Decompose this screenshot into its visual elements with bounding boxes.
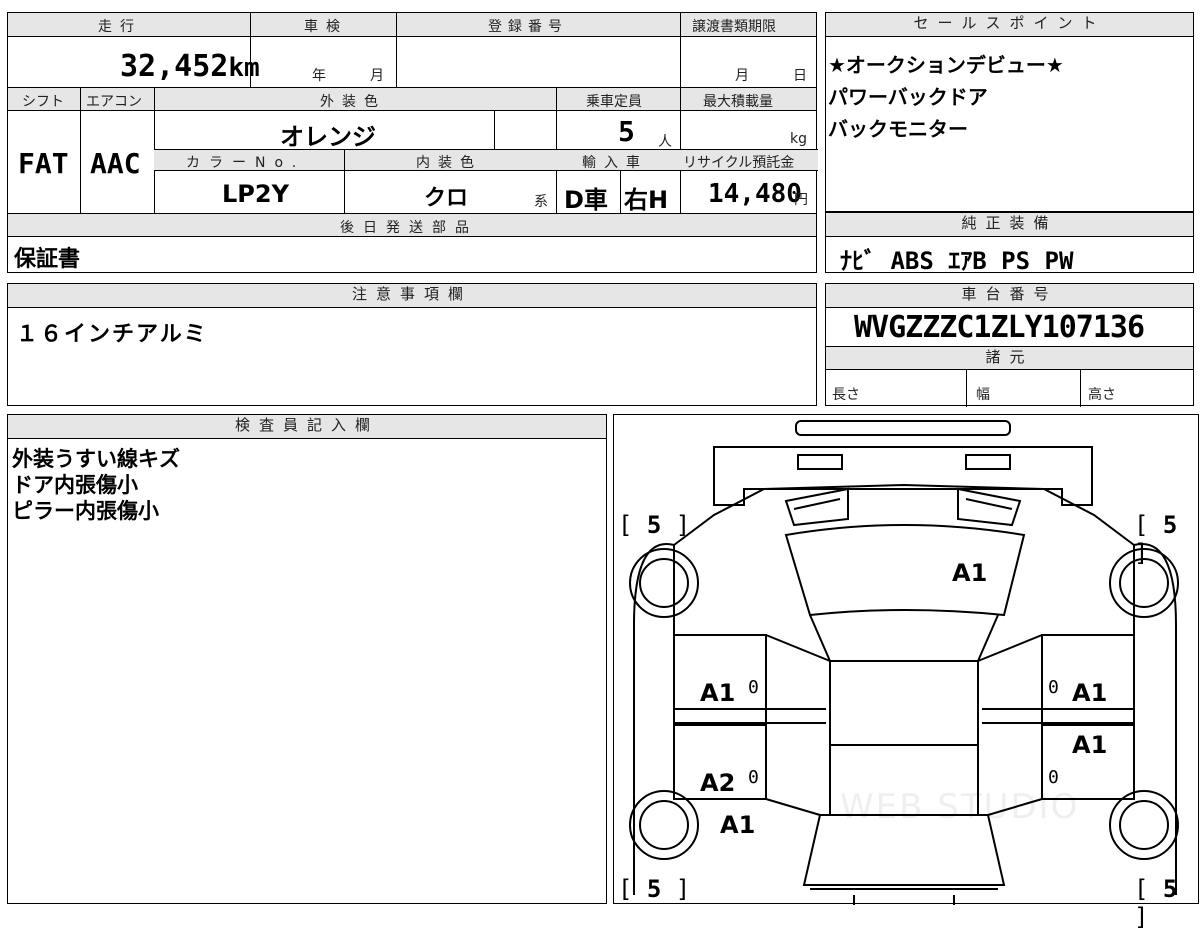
tire-front-left: [ 5 ] [618, 875, 691, 903]
capacity-header: 乗車定員 [586, 94, 642, 110]
car-outline-diagram [629, 420, 1179, 905]
inspector-header: 検査員記入欄 [8, 415, 606, 439]
tire-front-right: [ 5 ] [1134, 875, 1178, 931]
spec-height: 高さ [1088, 387, 1116, 403]
spec-header: 諸元 [826, 346, 1193, 370]
sales-point-line: パワーバックドア [828, 85, 988, 109]
chassis-number: WVGZZZC1ZLY107136 [854, 310, 1145, 345]
sales-point-line: ★オークションデビュー★ [828, 53, 1064, 77]
door-count-mark: 0 [1048, 677, 1059, 698]
color-no-value: LP2Y [222, 180, 289, 208]
recycle-value: 14,480 [708, 179, 802, 209]
deadline-day: 日 [793, 68, 807, 84]
inspector-panel: 検査員記入欄 外装うすい線キズ ドア内張傷小 ピラー内張傷小 [7, 414, 607, 904]
chassis-panel: 車台番号 WVGZZZC1ZLY107136 諸元 長さ 幅 高さ [825, 283, 1194, 407]
color-no-header: カラーNo. [186, 155, 306, 171]
shift-header: シフト [22, 94, 64, 110]
damage-mark-left-rear-door: A2 [700, 769, 736, 797]
handle-value: 右H [624, 186, 669, 214]
later-parts-value: 保証書 [14, 247, 81, 272]
notes-panel: 注意事項欄 １６インチアルミ [7, 283, 817, 406]
later-parts-header: 後日発送部品 [340, 220, 478, 236]
inspection-header: 車検 [304, 19, 348, 35]
sales-points-header: セールスポイント [826, 13, 1193, 37]
recycle-header: リサイクル預託金 [683, 155, 795, 171]
sales-points-panel: セールスポイント ★オークションデビュー★ パワーバックドア バックモニター [825, 12, 1194, 212]
damage-mark-left-front-door: A1 [700, 679, 736, 707]
capacity-unit: 人 [658, 134, 672, 150]
door-count-mark: 0 [748, 767, 759, 788]
interior-color-suffix: 系 [534, 194, 548, 210]
notes-value: １６インチアルミ [16, 322, 208, 347]
door-count-mark: 0 [748, 677, 759, 698]
recycle-unit: 円 [794, 192, 808, 208]
mileage-header: 走行 [98, 19, 142, 35]
capacity-value: 5 [618, 115, 635, 148]
interior-color-header: 内装色 [416, 155, 482, 171]
max-load-header: 最大積載量 [703, 94, 773, 110]
import-value: D車 [564, 186, 608, 214]
notes-header: 注意事項欄 [8, 284, 816, 308]
exterior-color-value: オレンジ [280, 123, 376, 151]
door-count-mark: 0 [1048, 767, 1059, 788]
damage-mark-right-front-door: A1 [1072, 679, 1108, 707]
inspection-month: 月 [370, 68, 384, 84]
equipment-panel: 純正装備 ﾅﾋﾞ ABS ｴｱB PS PW [825, 212, 1194, 275]
exterior-color-header: 外装色 [320, 94, 386, 110]
tire-rear-right: [ 5 ] [1134, 511, 1178, 567]
damage-mark-right-rear-door: A1 [1072, 731, 1108, 759]
equipment-header: 純正装備 [826, 213, 1193, 237]
spec-width: 幅 [976, 387, 990, 403]
inspector-line: ピラー内張傷小 [12, 499, 159, 523]
aircon-header: エアコン [86, 94, 142, 110]
damage-mark-left-rear-fender: A1 [720, 811, 756, 839]
shift-value: FAT [18, 147, 69, 180]
import-header: 輸入車 [582, 155, 648, 171]
deadline-month: 月 [735, 68, 749, 84]
mileage-value: 32,452km [120, 49, 260, 84]
transfer-deadline-header: 譲渡書類期限 [692, 19, 776, 35]
load-unit: kg [790, 131, 807, 147]
sales-point-line: バックモニター [828, 117, 968, 141]
inspection-year: 年 [312, 68, 326, 84]
damage-mark-hood: A1 [952, 559, 988, 587]
spec-length: 長さ [832, 387, 860, 403]
equipment-value: ﾅﾋﾞ ABS ｴｱB PS PW [840, 247, 1074, 275]
vehicle-info-form: 走行 車検 登録番号 譲渡書類期限 32,452km 年 月 月 日 シフト エ… [7, 12, 818, 273]
registration-header: 登録番号 [488, 19, 568, 35]
car-damage-diagram: [ 5 ] [ 5 ] [ 5 ] [ 5 ] A1 A1 A1 A1 A2 A… [613, 414, 1199, 931]
chassis-header: 車台番号 [826, 284, 1193, 308]
tire-rear-left: [ 5 ] [618, 511, 691, 539]
interior-color-value: クロ [424, 186, 469, 211]
aircon-value: AAC [90, 147, 141, 180]
watermark: WEB STUDIO [840, 787, 1080, 827]
